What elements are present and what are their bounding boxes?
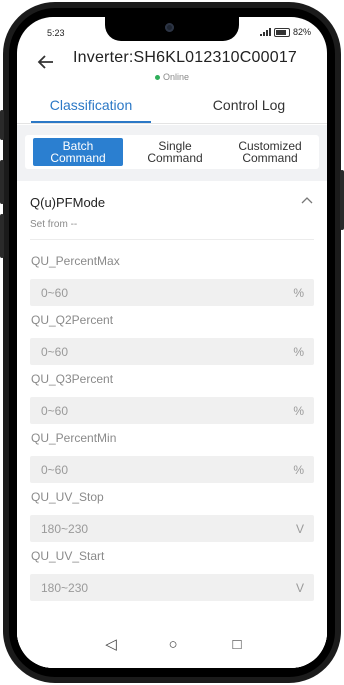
tab-control-log[interactable]: Control Log bbox=[189, 95, 309, 123]
input-unit: % bbox=[293, 463, 304, 477]
input-placeholder: 0~60 bbox=[41, 463, 69, 477]
command-type-selector: Batch Command Single Command Customized Com… bbox=[25, 135, 319, 169]
side-button-left-2 bbox=[0, 160, 4, 204]
side-button-left-3 bbox=[0, 214, 4, 258]
phone-screen: 5:23 82% Inverter:SH6KL012310C00017 Onli… bbox=[17, 17, 327, 668]
segment-batch-line2: Command bbox=[50, 151, 106, 165]
param-input-qu-uv-start[interactable]: 180~230 V bbox=[30, 574, 314, 601]
page-title: Inverter:SH6KL012310C00017 bbox=[73, 49, 298, 66]
status-time: 5:23 bbox=[47, 28, 65, 38]
system-nav-bar: ◁ ○ □ bbox=[17, 629, 327, 668]
side-button-left-1 bbox=[0, 110, 4, 140]
input-unit: % bbox=[293, 404, 304, 418]
param-input-qu-q2percent[interactable]: 0~60 % bbox=[30, 338, 314, 365]
input-placeholder: 180~230 bbox=[41, 581, 89, 595]
chevron-up-icon[interactable] bbox=[301, 195, 313, 209]
param-input-qu-percentmin[interactable]: 0~60 % bbox=[30, 456, 314, 483]
nav-home-icon[interactable]: ○ bbox=[163, 635, 183, 655]
input-unit: V bbox=[295, 581, 304, 595]
param-input-qu-q3percent[interactable]: 0~60 % bbox=[30, 397, 314, 424]
tab-classification[interactable]: Classification bbox=[31, 95, 151, 123]
card-title: Q(u)PFMode bbox=[30, 195, 106, 210]
battery-percent: 82% bbox=[292, 27, 311, 37]
status-right: 82% bbox=[259, 27, 311, 37]
segment-customized-command[interactable]: Customized Command bbox=[225, 137, 315, 167]
segment-single-command[interactable]: Single Command bbox=[129, 137, 221, 167]
tabs-divider bbox=[17, 123, 327, 124]
nav-back-icon[interactable]: ◁ bbox=[101, 635, 121, 655]
param-label-qu-uv-stop: QU_UV_Stop bbox=[31, 490, 104, 504]
nav-recents-icon[interactable]: □ bbox=[227, 635, 247, 655]
segment-single-line2: Command bbox=[147, 151, 203, 165]
online-dot-icon bbox=[154, 75, 160, 81]
input-placeholder: 0~60 bbox=[41, 286, 69, 300]
segment-batch-command[interactable]: Batch Command bbox=[33, 138, 123, 166]
signal-icon bbox=[259, 28, 271, 36]
input-unit: % bbox=[293, 286, 304, 300]
card-divider bbox=[30, 239, 314, 240]
set-from-text: Set from -- bbox=[30, 219, 78, 230]
segment-customized-line2: Command bbox=[242, 151, 298, 165]
param-label-qu-percentmin: QU_PercentMin bbox=[31, 431, 117, 445]
page-header: Inverter:SH6KL012310C00017 Online bbox=[17, 45, 327, 97]
input-placeholder: 180~230 bbox=[41, 522, 89, 536]
side-button-right bbox=[340, 170, 344, 230]
input-placeholder: 0~60 bbox=[41, 345, 69, 359]
front-camera bbox=[165, 23, 174, 32]
active-tab-indicator bbox=[31, 121, 151, 123]
input-unit: V bbox=[295, 522, 304, 536]
content-area: Batch Command Single Command Customized Com… bbox=[17, 125, 327, 668]
param-input-qu-percentmax[interactable]: 0~60 % bbox=[30, 279, 314, 306]
param-input-qu-uv-stop[interactable]: 180~230 V bbox=[30, 515, 314, 542]
param-label-qu-uv-start: QU_UV_Start bbox=[31, 549, 105, 563]
notch bbox=[105, 17, 239, 41]
param-label-qu-q2percent: QU_Q2Percent bbox=[31, 313, 114, 327]
online-text: Online bbox=[162, 72, 189, 82]
status-bar: 5:23 82% bbox=[17, 17, 327, 47]
top-tabs: Classification Control Log bbox=[17, 95, 327, 125]
online-status: Online bbox=[17, 72, 327, 82]
param-label-qu-percentmax: QU_PercentMax bbox=[31, 254, 120, 268]
input-placeholder: 0~60 bbox=[41, 404, 69, 418]
qu-pfmode-card: Q(u)PFMode Set from -- QU_PercentMax 0~6… bbox=[17, 181, 327, 668]
param-label-qu-q3percent: QU_Q3Percent bbox=[31, 372, 114, 386]
input-unit: % bbox=[293, 345, 304, 359]
battery-icon bbox=[273, 27, 290, 37]
